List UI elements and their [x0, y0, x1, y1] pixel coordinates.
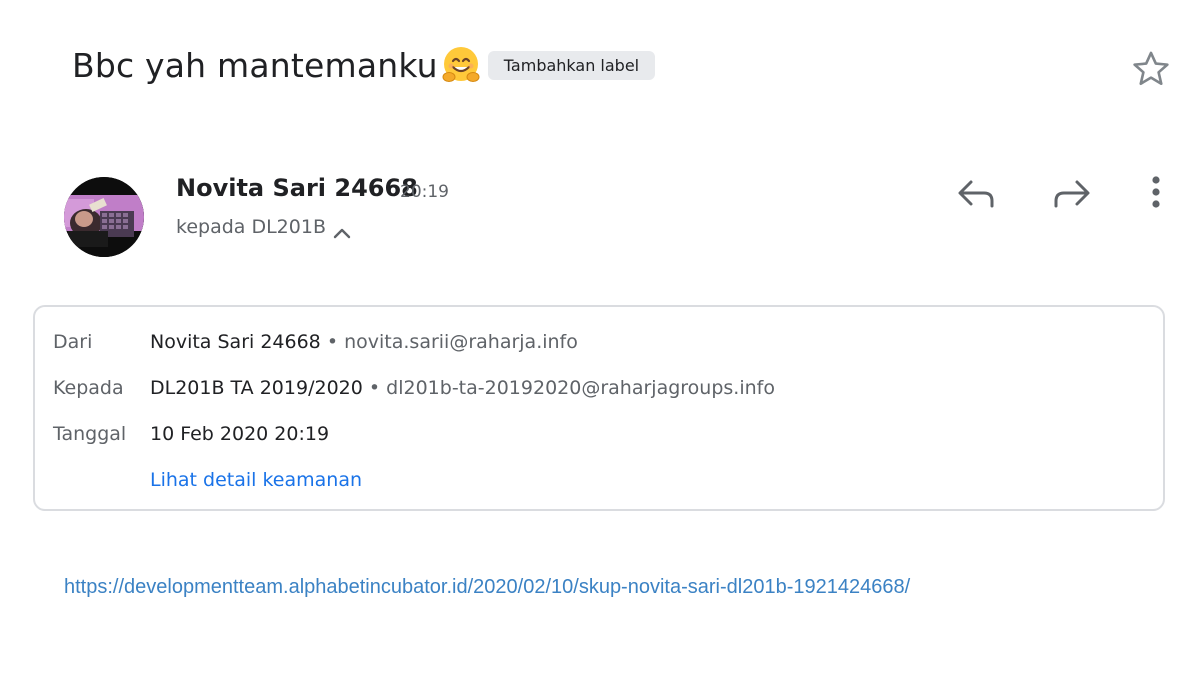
message-body-link[interactable]: https://developmentteam.alphabetincubato… — [64, 576, 910, 599]
avatar-photo — [64, 177, 144, 257]
sender-name: Novita Sari 24668 — [176, 174, 418, 202]
email-subject: Bbc yah mantemanku — [72, 45, 438, 85]
hugging-face-emoji-icon — [442, 47, 480, 82]
to-name: DL201B TA 2019/2020 — [150, 377, 363, 399]
message-details-card: Dari Novita Sari 24668 • novita.sarii@ra… — [33, 305, 1165, 511]
separator-dot: • — [326, 331, 339, 353]
separator-dot: • — [368, 377, 381, 399]
from-label: Dari — [53, 331, 93, 353]
sender-avatar[interactable] — [64, 177, 144, 257]
to-label: Kepada — [53, 377, 124, 399]
add-label-chip[interactable]: Tambahkan label — [487, 50, 656, 80]
security-details-link[interactable]: Lihat detail keamanan — [150, 469, 362, 491]
more-vertical-icon[interactable] — [1134, 172, 1178, 216]
subject-row: Bbc yah mantemanku Tambahkan label — [72, 44, 656, 86]
to-email[interactable]: dl201b-ta-20192020@raharjagroups.info — [386, 377, 775, 399]
reply-icon[interactable] — [954, 172, 998, 216]
from-name: Novita Sari 24668 — [150, 331, 321, 353]
message-time: 20:19 — [400, 182, 449, 202]
recipient-summary[interactable]: kepada DL201B — [176, 216, 326, 238]
date-value: 10 Feb 2020 20:19 — [150, 423, 330, 445]
star-icon[interactable] — [1130, 48, 1172, 90]
from-value: Novita Sari 24668 • novita.sarii@raharja… — [150, 331, 578, 353]
chevron-up-icon[interactable] — [330, 222, 354, 246]
forward-icon[interactable] — [1050, 172, 1094, 216]
to-value: DL201B TA 2019/2020 • dl201b-ta-20192020… — [150, 377, 775, 399]
from-email[interactable]: novita.sarii@raharja.info — [344, 331, 578, 353]
date-label: Tanggal — [53, 423, 127, 445]
